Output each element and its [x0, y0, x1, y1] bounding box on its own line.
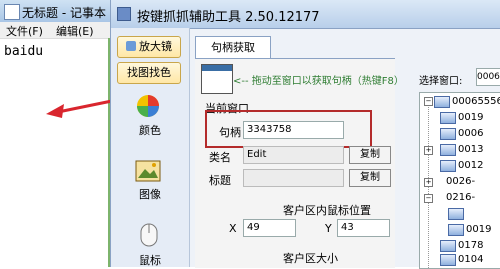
- window-icon: [448, 224, 464, 236]
- magnifier-icon: [126, 41, 136, 51]
- tree-collapse-icon[interactable]: −: [424, 194, 433, 203]
- tree-node[interactable]: 0006: [458, 128, 483, 139]
- window-icon: [440, 254, 456, 266]
- find-image-color-label: 找图找色: [127, 66, 171, 79]
- tree-node[interactable]: 0216-: [446, 192, 475, 203]
- title-field[interactable]: [243, 169, 344, 187]
- tree-node[interactable]: 0019: [466, 224, 491, 235]
- find-image-color-button[interactable]: 找图找色: [117, 62, 181, 84]
- app-icon: [117, 7, 131, 21]
- drag-target-icon[interactable]: [201, 64, 233, 94]
- tree-collapse-icon[interactable]: −: [424, 97, 433, 106]
- tab-bar: 句柄获取: [195, 36, 395, 59]
- window-frame-icon: [202, 65, 232, 71]
- notepad-titlebar[interactable]: 无标题 - 记事本: [0, 0, 110, 23]
- x-label: X: [229, 222, 237, 235]
- window-icon: [434, 96, 450, 108]
- window-icon: [440, 160, 456, 172]
- tree-node[interactable]: 0013: [458, 144, 483, 155]
- copy-class-button[interactable]: 复制: [349, 146, 391, 164]
- tree-expand-icon[interactable]: +: [424, 146, 433, 155]
- notepad-window: 无标题 - 记事本 文件(F) 编辑(E) baidu: [0, 0, 110, 267]
- tree-node[interactable]: 00065556: [452, 96, 500, 107]
- select-window-input[interactable]: 00065: [476, 68, 500, 86]
- tree-expand-icon[interactable]: +: [424, 178, 433, 187]
- magnifier-button[interactable]: 放大镜: [117, 36, 181, 58]
- color-label: 颜色: [139, 124, 161, 137]
- client-size-label: 客户区大小: [283, 252, 338, 265]
- color-wheel-icon[interactable]: [136, 94, 160, 118]
- window-icon: [440, 112, 456, 124]
- window-icon: [440, 128, 456, 140]
- class-label: 类名: [209, 151, 231, 164]
- client-mouse-pos-label: 客户区内鼠标位置: [283, 204, 371, 217]
- window-tree[interactable]: − 00065556 0019 0006 + 0013 0012 + 0026-…: [419, 92, 500, 269]
- select-window-label: 选择窗口:: [419, 76, 463, 87]
- copy-title-button[interactable]: 复制: [349, 169, 391, 187]
- handle-field[interactable]: 3343758: [243, 121, 344, 139]
- tree-node[interactable]: 0012: [458, 160, 483, 171]
- tab-get-handle[interactable]: 句柄获取: [195, 36, 271, 59]
- class-field[interactable]: Edit: [243, 146, 344, 164]
- tool-titlebar[interactable]: 按键抓抓辅助工具 2.50.12177: [111, 0, 500, 29]
- window-icon: [448, 208, 464, 220]
- y-field[interactable]: 43: [337, 219, 390, 237]
- notepad-menubar: 文件(F) 编辑(E): [0, 22, 110, 39]
- left-toolbar: 放大镜 找图找色 颜色 图像 鼠标: [111, 28, 190, 267]
- tree-node[interactable]: 0178: [458, 240, 483, 251]
- menu-file[interactable]: 文件(F): [6, 23, 43, 39]
- tool-window: 按键抓抓辅助工具 2.50.12177 放大镜 找图找色 颜色 图像 鼠标 句柄…: [110, 0, 500, 269]
- window-icon: [440, 144, 456, 156]
- x-field[interactable]: 49: [243, 219, 296, 237]
- magnifier-label: 放大镜: [139, 40, 172, 53]
- notepad-content: baidu: [4, 44, 44, 59]
- mouse-label: 鼠标: [139, 254, 161, 267]
- tree-node[interactable]: 0104: [458, 254, 483, 265]
- y-label: Y: [325, 222, 332, 235]
- tree-node[interactable]: 0019: [458, 112, 483, 123]
- window-icon: [440, 240, 456, 252]
- tool-title: 按键抓抓辅助工具 2.50.12177: [137, 10, 320, 25]
- notepad-edit-area[interactable]: [0, 38, 110, 267]
- tree-node[interactable]: 0026-: [446, 176, 475, 187]
- notepad-icon: [4, 4, 20, 20]
- mouse-icon[interactable]: [139, 222, 159, 248]
- notepad-title: 无标题 - 记事本: [22, 6, 106, 20]
- title-label: 标题: [209, 174, 231, 187]
- menu-edit[interactable]: 编辑(E): [56, 23, 94, 39]
- drag-hint: <-- 拖动至窗口以获取句柄（热键F8）: [233, 76, 404, 87]
- image-label: 图像: [139, 188, 161, 201]
- image-icon[interactable]: [135, 160, 161, 182]
